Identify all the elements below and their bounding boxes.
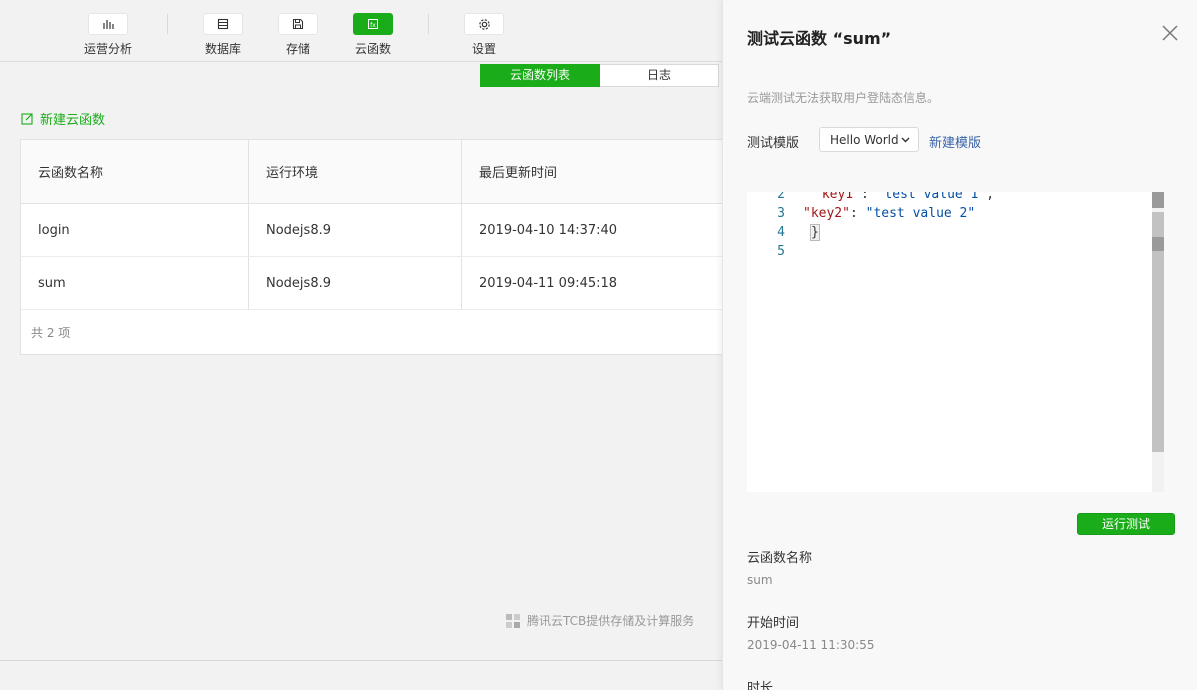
function-icon: fx — [368, 19, 378, 29]
json-key: "key2" — [803, 206, 850, 221]
code-line: 5 — [747, 242, 814, 261]
function-runtime: Nodejs8.9 — [249, 257, 462, 309]
toolbar-item-storage[interactable]: 存储 — [268, 13, 328, 57]
function-name[interactable]: sum — [21, 257, 249, 309]
top-toolbar: 运营分析 数据库 存储 fx 云函数 设置 — [0, 0, 722, 62]
code-line: 4 } — [747, 223, 820, 242]
field-label-duration: 时长 — [747, 681, 774, 690]
powered-by-text: 腾讯云TCB提供存储及计算服务 — [527, 614, 695, 628]
field-label-start-time: 开始时间 — [747, 616, 800, 631]
function-updated: 2019-04-11 09:45:18 — [479, 275, 618, 291]
drawer-title: 测试云函数 “sum” — [747, 29, 892, 48]
analytics-button[interactable] — [88, 13, 128, 35]
table-row[interactable]: login Nodejs8.9 2019-04-10 14:37:40 — [21, 204, 722, 257]
field-label-function-name: 云函数名称 — [747, 551, 813, 566]
new-function-link[interactable]: 新建云函数 — [21, 109, 105, 128]
json-punct: , — [986, 192, 995, 202]
toolbar-item-database[interactable]: 数据库 — [193, 13, 253, 57]
new-function-label: 新建云函数 — [40, 113, 106, 128]
table-header: 云函数名称 运行环境 最后更新时间 — [21, 140, 722, 204]
toolbar-label: 数据库 — [204, 42, 241, 56]
powered-by: 腾讯云TCB提供存储及计算服务 — [505, 612, 694, 629]
toolbar-label: 云函数 — [354, 42, 391, 56]
bottom-divider — [0, 660, 722, 661]
function-runtime: Nodejs8.9 — [249, 204, 462, 256]
toolbar-label: 设置 — [471, 42, 496, 56]
line-number: 5 — [777, 244, 785, 259]
line-number: 2 — [777, 192, 785, 202]
column-header-runtime: 运行环境 — [249, 140, 462, 203]
code-editor[interactable]: 2 "key1": "test value 1", 3 "key2": "tes… — [747, 192, 1164, 492]
json-value: "test value 2" — [865, 206, 976, 221]
json-value: "test value 1" — [876, 192, 987, 202]
svg-text:fx: fx — [370, 22, 376, 29]
bar-chart-icon — [103, 20, 114, 29]
tab-logs[interactable]: 日志 — [600, 64, 719, 87]
chevron-down-icon — [901, 137, 910, 142]
field-value-start-time: 2019-04-11 11:30:55 — [747, 638, 875, 652]
column-header-updated: 最后更新时间 — [479, 166, 558, 181]
edit-icon — [21, 113, 33, 125]
editor-scroll-marker — [1152, 192, 1164, 208]
column-header-name: 云函数名称 — [21, 140, 249, 203]
test-function-drawer: 测试云函数 “sum” 云端测试无法获取用户登陆态信息。 测试模版 Hello … — [722, 0, 1201, 690]
editor-scroll-marker — [1152, 237, 1164, 251]
toolbar-divider — [428, 14, 429, 34]
code-text: "key1": "test value 1", — [785, 192, 994, 204]
code-text: } — [785, 223, 820, 242]
storage-button[interactable] — [278, 13, 318, 35]
save-icon — [292, 18, 304, 30]
json-key: "key1" — [814, 192, 861, 202]
close-icon[interactable] — [1161, 24, 1179, 42]
tab-function-list[interactable]: 云函数列表 — [480, 64, 600, 87]
tencent-cloud-logo-icon — [506, 613, 520, 628]
code-text: "key2": "test value 2" — [803, 206, 976, 221]
new-template-link[interactable]: 新建模版 — [929, 132, 981, 151]
drawer-hint: 云端测试无法获取用户登陆态信息。 — [747, 91, 940, 105]
field-value-function-name: sum — [747, 573, 773, 587]
toolbar-item-settings[interactable]: 设置 — [454, 13, 514, 57]
toolbar-label: 运营分析 — [83, 42, 132, 56]
database-icon — [217, 18, 229, 30]
table-total: 共 2 项 — [31, 326, 71, 340]
template-selected: Hello World — [830, 132, 899, 147]
toolbar-item-analytics[interactable]: 运营分析 — [78, 13, 138, 57]
code-line: 2 "key1": "test value 1", — [747, 192, 994, 204]
settings-button[interactable] — [464, 13, 504, 35]
toolbar-label: 存储 — [285, 42, 310, 56]
drawer-scrollbar[interactable] — [1197, 0, 1201, 690]
template-label: 测试模版 — [747, 136, 800, 151]
database-button[interactable] — [203, 13, 243, 35]
cloud-function-button[interactable]: fx — [353, 13, 393, 35]
gear-icon — [478, 18, 490, 30]
line-number: 3 — [777, 206, 785, 221]
template-select[interactable]: Hello World — [819, 127, 919, 152]
line-number: 4 — [777, 225, 785, 240]
toolbar-item-cloud-function[interactable]: fx 云函数 — [343, 13, 403, 57]
code-line: 3 "key2": "test value 2" — [747, 204, 975, 223]
function-table: 云函数名称 运行环境 最后更新时间 login Nodejs8.9 2019-0… — [20, 139, 722, 355]
toolbar-divider — [167, 14, 168, 34]
table-row[interactable]: sum Nodejs8.9 2019-04-11 09:45:18 — [21, 257, 722, 310]
function-updated: 2019-04-10 14:37:40 — [479, 222, 618, 238]
closing-brace: } — [810, 224, 820, 241]
view-tabs: 云函数列表 日志 — [480, 64, 719, 88]
function-name[interactable]: login — [21, 204, 249, 256]
run-test-button[interactable]: 运行测试 — [1077, 513, 1175, 535]
